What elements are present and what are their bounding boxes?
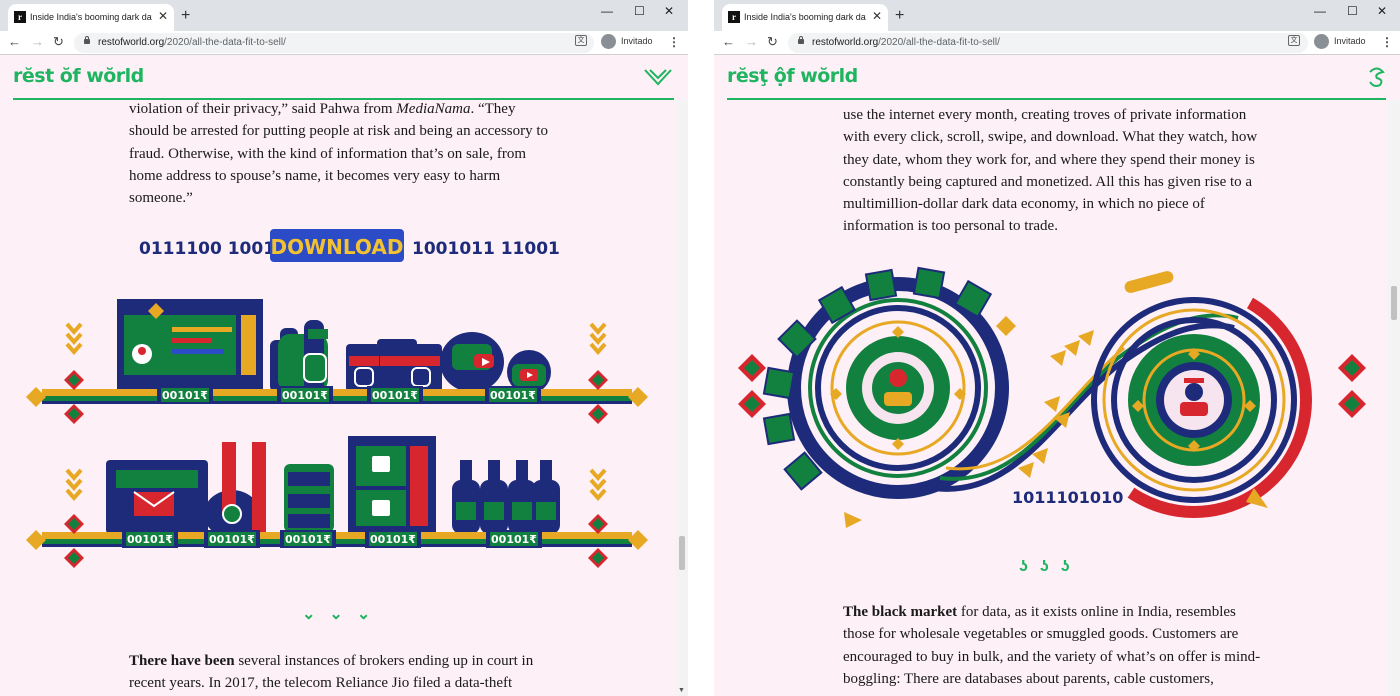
favicon-icon: r [14, 11, 26, 23]
back-button[interactable]: ← [8, 34, 21, 50]
browser-tab[interactable]: r Inside India's booming dark data ✕ [8, 4, 174, 31]
price-tag: 00101₹ [127, 533, 173, 546]
web-page: rĕsţ ộf wŏrld use the internet every mon… [714, 56, 1400, 696]
reload-button[interactable]: ↻ [767, 34, 778, 50]
site-logo[interactable]: rĕsţ ộf wŏrld [727, 65, 858, 87]
section-divider: ⌄⌄⌄ [302, 606, 385, 623]
price-tag: 00101₹ [370, 533, 416, 546]
header-divider [13, 98, 674, 100]
price-tag: 00101₹ [372, 389, 418, 402]
translate-icon[interactable]: 文 [1288, 35, 1300, 46]
data-shelves-illustration: 0111100 1001 DOWNLOAD 1001011 11001 0010… [26, 229, 648, 568]
binary-label: 1011101010 [1012, 488, 1123, 507]
binary-text-right: 1001011 11001 [412, 239, 560, 259]
url-text: restofworld.org/2020/all-the-data-fit-to… [98, 37, 286, 48]
avatar-icon [601, 34, 616, 49]
browser-window-left: r Inside India's booming dark data ✕ + —… [0, 0, 688, 696]
scrollbar-thumb[interactable] [679, 536, 685, 570]
site-logo[interactable]: rĕst ŏf wŏrld [13, 65, 144, 87]
address-bar[interactable]: restofworld.org/2020/all-the-data-fit-to… [788, 33, 1308, 53]
article-paragraph: There have been several instances of bro… [129, 653, 534, 692]
menu-chevron-icon[interactable] [644, 67, 672, 87]
browser-toolbar: ← → ↻ restofworld.org/2020/all-the-data-… [714, 31, 1400, 55]
forward-button[interactable]: → [31, 34, 44, 50]
brand-swirl-icon[interactable] [1366, 66, 1388, 88]
new-tab-button[interactable]: + [181, 8, 190, 24]
new-tab-button[interactable]: + [895, 8, 904, 24]
url-text: restofworld.org/2020/all-the-data-fit-to… [812, 37, 1000, 48]
window-close-button[interactable]: ✕ [1377, 4, 1387, 18]
tab-close-icon[interactable]: ✕ [872, 9, 882, 23]
price-tag: 00101₹ [162, 389, 208, 402]
tab-strip: r Inside India's booming dark data ✕ + —… [0, 0, 688, 31]
top-shelf [42, 389, 632, 396]
price-tag: 00101₹ [209, 533, 255, 546]
window-close-button[interactable]: ✕ [664, 4, 674, 18]
price-tag: 00101₹ [491, 533, 537, 546]
section-divider: ʖʖʖ [1019, 558, 1082, 575]
profile-label: Invitado [621, 36, 653, 46]
favicon-icon: r [728, 11, 740, 23]
address-bar[interactable]: restofworld.org/2020/all-the-data-fit-to… [74, 33, 594, 53]
price-tag: 00101₹ [490, 389, 536, 402]
article-paragraph: use the internet every month, creating t… [843, 107, 1258, 235]
reload-button[interactable]: ↻ [53, 34, 64, 50]
back-button[interactable]: ← [722, 34, 735, 50]
tab-title: Inside India's booming dark data [744, 12, 866, 22]
article-paragraph: violation of their privacy,” said Pahwa … [129, 101, 549, 207]
browser-toolbar: ← → ↻ restofworld.org/2020/all-the-data-… [0, 31, 688, 55]
tab-title: Inside India's booming dark data [30, 12, 152, 22]
site-header: rĕsţ ộf wŏrld [714, 56, 1400, 100]
lock-icon [798, 36, 804, 44]
tab-strip: r Inside India's booming dark data ✕ + —… [714, 0, 1400, 31]
tab-close-icon[interactable]: ✕ [158, 9, 168, 23]
browser-window-right: r Inside India's booming dark data ✕ + —… [714, 0, 1400, 696]
maximize-button[interactable]: ☐ [1347, 4, 1358, 18]
scrollbar-thumb[interactable] [1391, 286, 1397, 320]
price-tag: 00101₹ [282, 389, 328, 402]
minimize-button[interactable]: — [601, 4, 613, 18]
infinity-data-illustration: 1011101010 [738, 266, 1366, 528]
minimize-button[interactable]: — [1314, 4, 1326, 18]
profile-label: Invitado [1334, 36, 1366, 46]
binary-text-left: 0111100 1001 [139, 239, 275, 259]
browser-tab[interactable]: r Inside India's booming dark data ✕ [722, 4, 888, 31]
scrollbar[interactable] [1388, 56, 1400, 696]
translate-icon[interactable]: 文 [575, 35, 587, 46]
menu-icon[interactable]: ⋮ [1381, 34, 1393, 50]
download-badge-label: DOWNLOAD [271, 235, 404, 259]
web-page: rĕst ŏf wŏrld violation of their privacy… [0, 56, 688, 696]
maximize-button[interactable]: ☐ [634, 4, 645, 18]
menu-icon[interactable]: ⋮ [668, 34, 680, 50]
window-gap [688, 0, 714, 696]
forward-button[interactable]: → [745, 34, 758, 50]
site-header: rĕst ŏf wŏrld [0, 56, 688, 100]
header-divider [727, 98, 1386, 100]
scrollbar[interactable]: ▲ ▼ [676, 56, 688, 696]
scroll-down-icon[interactable]: ▼ [678, 687, 685, 694]
avatar-icon [1314, 34, 1329, 49]
article-paragraph: The black market for data, as it exists … [843, 604, 1261, 687]
lock-icon [84, 36, 90, 44]
price-tag: 00101₹ [285, 533, 331, 546]
